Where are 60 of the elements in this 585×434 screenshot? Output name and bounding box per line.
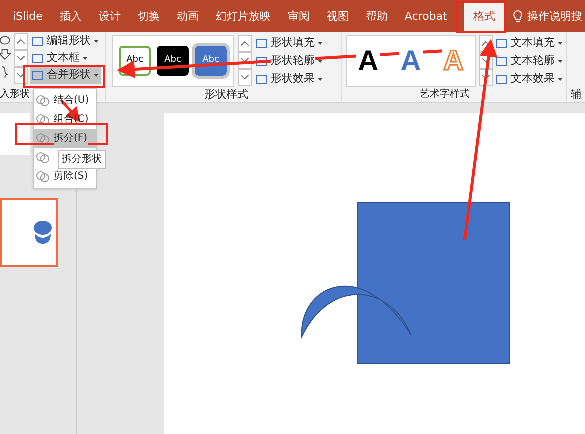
ribbon-tab[interactable]: 切换 <box>130 2 166 32</box>
chevron-down-icon <box>17 56 25 61</box>
text-format-button[interactable]: 文本填充 <box>496 35 563 52</box>
merge-icon <box>36 112 50 126</box>
chevron-down-icon <box>17 73 25 78</box>
ribbon-tab[interactable]: Acrobat <box>398 2 454 32</box>
scroll-arrow-button[interactable] <box>238 69 252 86</box>
ribbon-tab[interactable]: iSlide <box>6 2 49 32</box>
shapes-drawing <box>33 220 53 246</box>
text-format-button[interactable]: 文本效果 <box>496 71 563 88</box>
chevron-down-icon <box>241 58 249 63</box>
chevron-down-icon <box>482 58 490 63</box>
caret-icon <box>318 60 323 63</box>
slide-thumbnail[interactable] <box>0 113 30 155</box>
ribbon-tab[interactable]: 帮助 <box>358 2 394 32</box>
tooltip: 拆分形状 <box>58 150 106 169</box>
merge-icon <box>36 170 50 184</box>
text-format-button[interactable]: 文本轮廓 <box>496 53 563 70</box>
lightbulb-icon <box>513 10 524 24</box>
menu-item[interactable]: 结合(U) <box>34 91 96 110</box>
scroll-arrow-button[interactable] <box>238 35 252 52</box>
shape-command-button[interactable]: 合并形状 <box>30 67 101 84</box>
group-label: 辅 <box>571 88 582 102</box>
slide-thumbnail[interactable] <box>0 198 58 267</box>
chevron-up-icon <box>241 41 249 46</box>
chevron-down-icon <box>241 75 249 80</box>
tell-me-search[interactable]: 操作说明搜 <box>527 8 582 26</box>
caret-icon <box>94 40 99 43</box>
ribbon-tab[interactable]: 插入 <box>52 2 88 32</box>
caret-icon <box>558 42 563 45</box>
scroll-arrow-button[interactable] <box>14 33 28 50</box>
merge-icon <box>36 94 50 108</box>
style-swatch[interactable]: Abc <box>157 46 189 76</box>
shape-command-button[interactable]: 编辑形状 <box>30 33 101 50</box>
scroll-arrow-button[interactable] <box>14 50 28 67</box>
group-label: 入形状 <box>0 88 30 102</box>
ribbon-tab[interactable]: 设计 <box>92 2 127 32</box>
shape-command-button[interactable]: 文本框 <box>30 50 101 67</box>
style-swatch[interactable]: Abc <box>195 46 227 76</box>
merge-icon <box>36 150 50 164</box>
menu-item[interactable]: 剪除(S) <box>34 167 96 186</box>
highlight-frame <box>456 1 506 33</box>
caret-icon <box>83 57 88 60</box>
caret-icon <box>318 42 323 45</box>
ribbon-tab[interactable]: 动画 <box>170 2 205 32</box>
ribbon-tab[interactable]: 视图 <box>320 2 355 32</box>
menu-item[interactable]: 拆分(F) <box>34 129 96 148</box>
ribbon-tab[interactable]: 审阅 <box>280 2 316 32</box>
group-label: 艺术字样式 <box>420 88 470 102</box>
group-label: 形状样式 <box>204 88 250 102</box>
ribbon-tab[interactable]: 格式 <box>464 2 504 32</box>
ribbon-tab[interactable]: 幻灯片放映 <box>208 2 277 32</box>
chevron-up-icon <box>17 39 25 44</box>
merge-icon <box>36 132 50 146</box>
chevron-down-icon <box>482 75 490 80</box>
caret-icon <box>558 60 563 63</box>
caret-icon <box>318 78 323 81</box>
chevron-up-icon <box>482 41 490 46</box>
caret-icon <box>94 74 99 77</box>
caret-icon <box>558 78 563 81</box>
